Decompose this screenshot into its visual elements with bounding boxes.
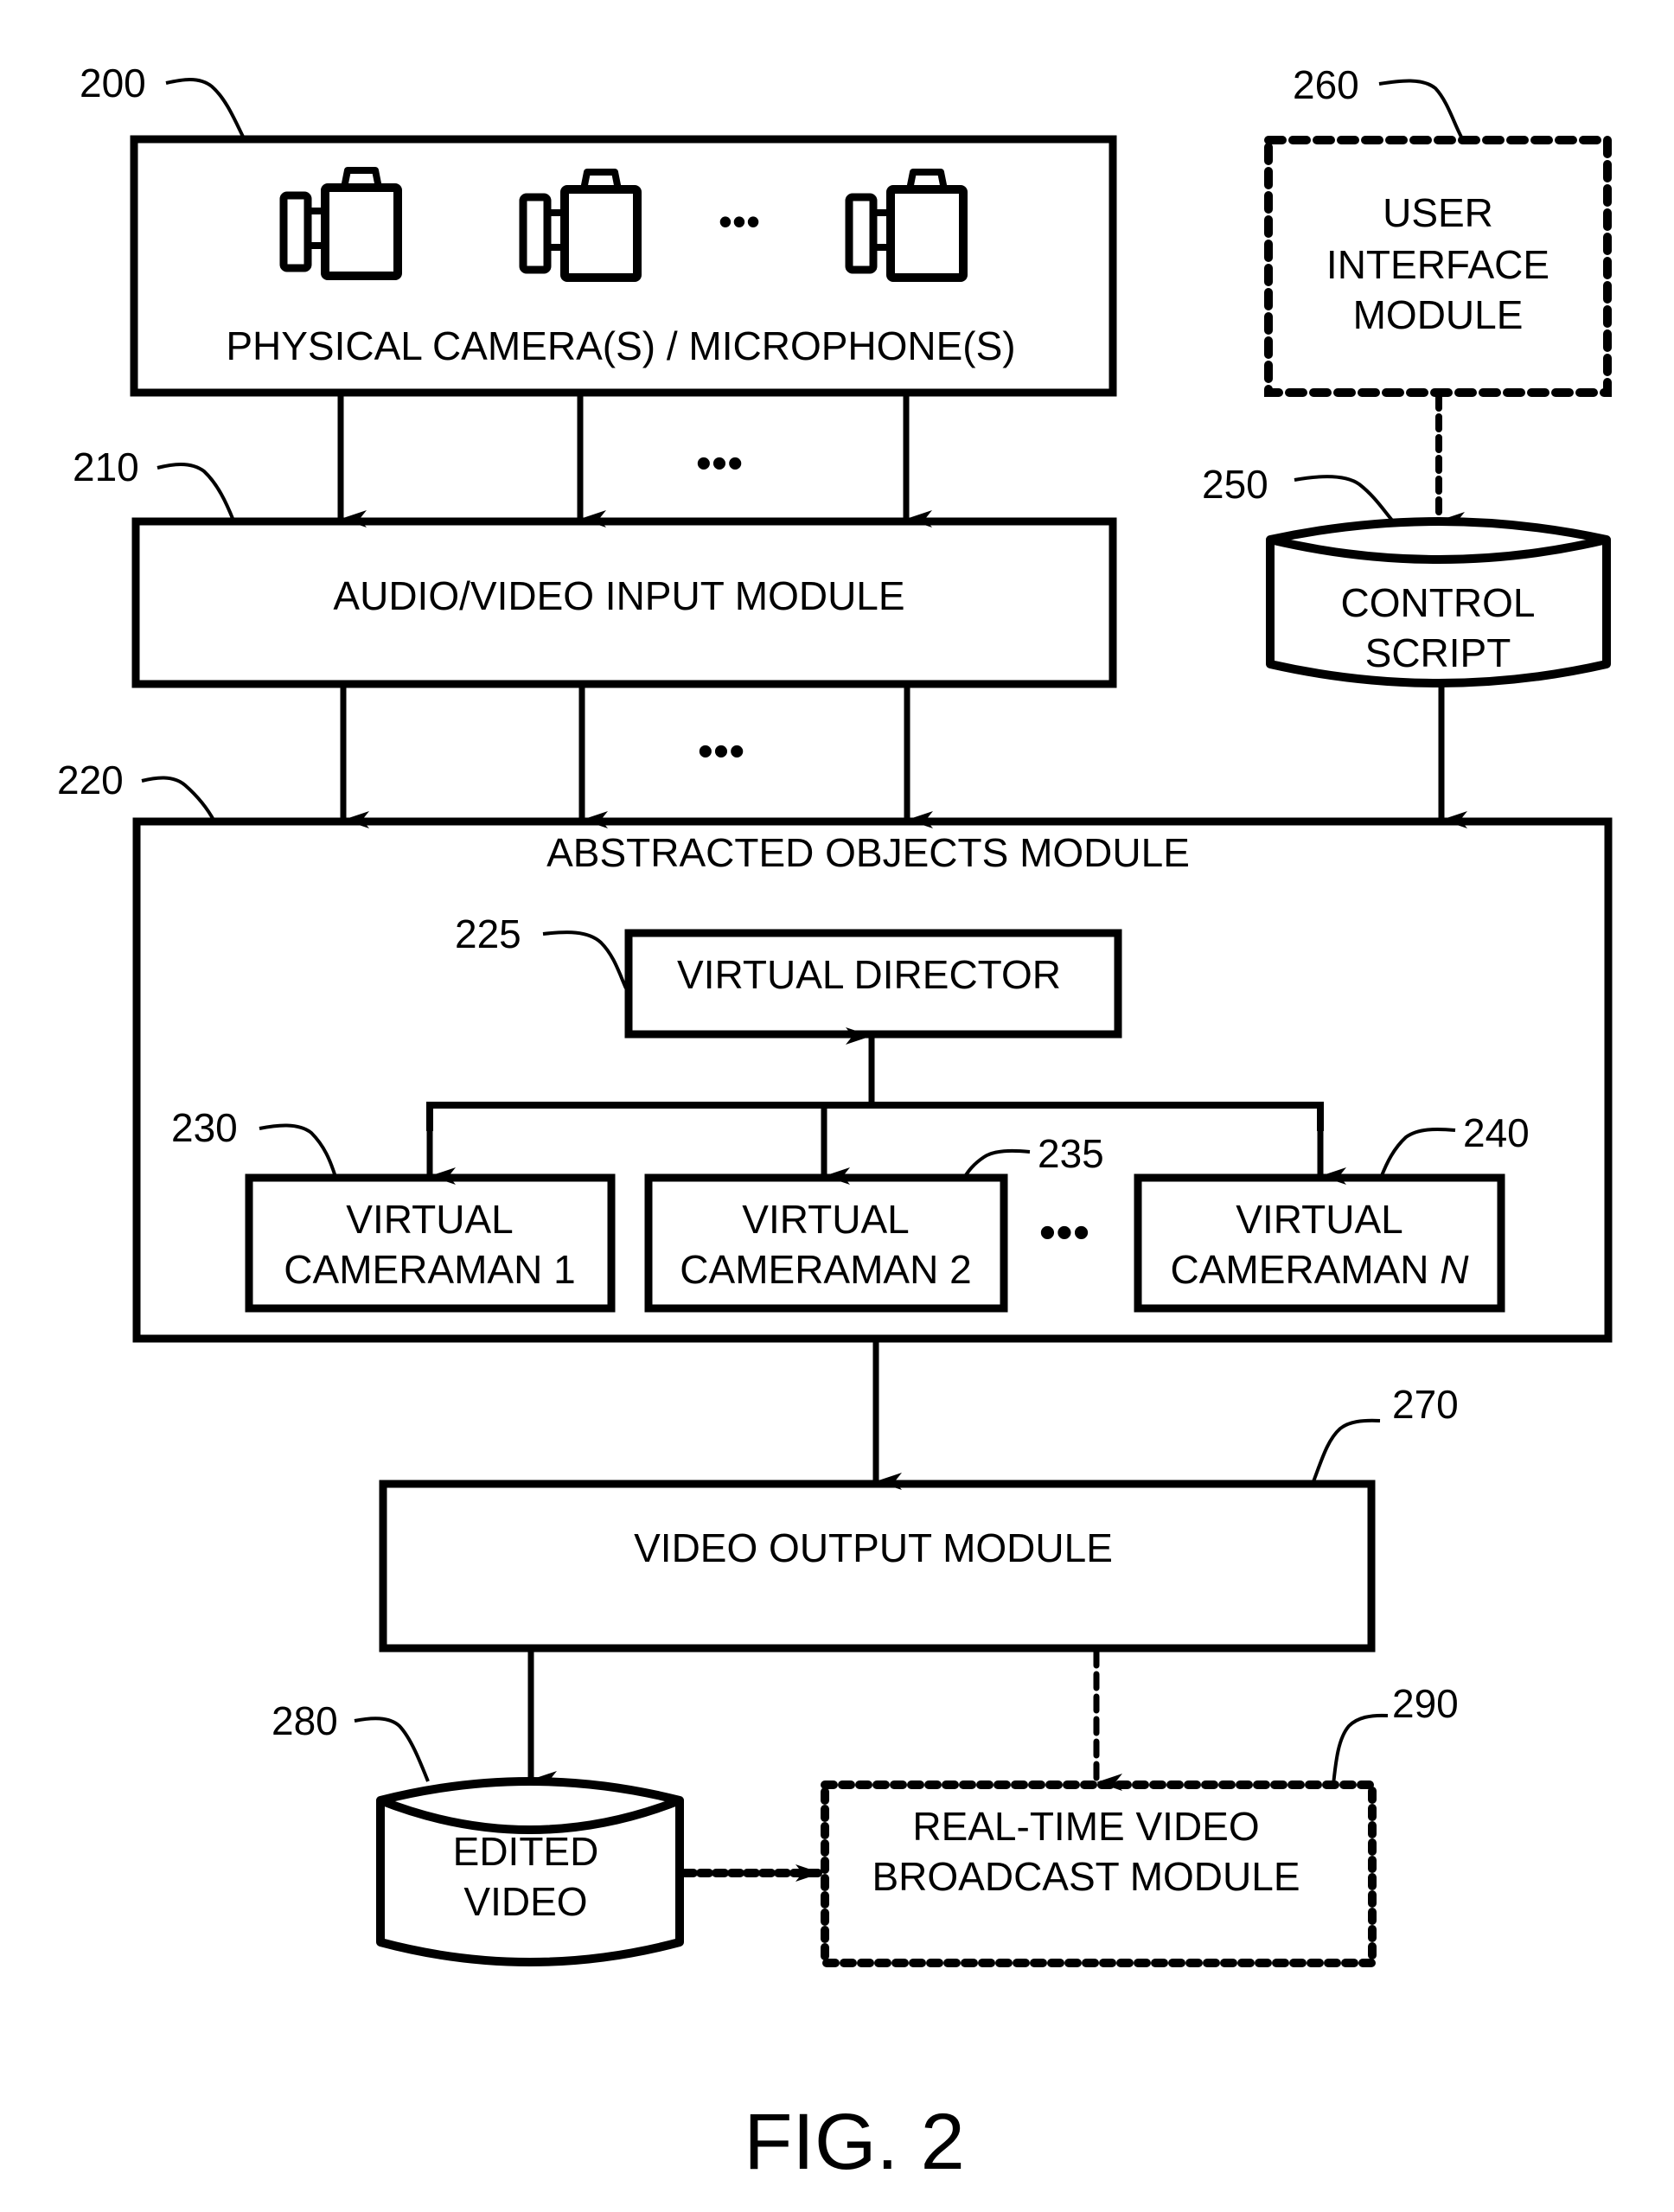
vcn-label-variable: N xyxy=(1440,1247,1469,1292)
edited-video-label-line1: EDITED xyxy=(453,1829,599,1874)
ref-225: 225 xyxy=(455,911,521,956)
ref-235: 235 xyxy=(1038,1131,1104,1176)
av-outputs-ellipsis: ••• xyxy=(698,726,745,777)
video-output-label: VIDEO OUTPUT MODULE xyxy=(634,1525,1113,1570)
figure-caption: FIG. 2 xyxy=(744,2098,965,2186)
physical-cameras-block: ••• PHYSICAL CAMERA(S) / MICROPHONE(S) xyxy=(130,135,1117,397)
leader-225 xyxy=(542,930,628,989)
video-camera-icon xyxy=(849,172,963,278)
video-camera-icon xyxy=(284,170,398,276)
vc2-label-line2: CAMERAMAN 2 xyxy=(680,1247,971,1292)
vcn-label-line1: VIRTUAL xyxy=(1236,1197,1402,1242)
ref-200: 200 xyxy=(80,61,146,105)
abstracted-objects-label: ABSTRACTED OBJECTS MODULE xyxy=(546,830,1190,875)
cameraman-ellipsis: ••• xyxy=(1039,1205,1090,1259)
ref-240: 240 xyxy=(1463,1110,1530,1155)
leader-260 xyxy=(1378,79,1465,142)
physical-cameras-label: PHYSICAL CAMERA(S) / MICROPHONE(S) xyxy=(226,323,1015,368)
control-script-label-line1: CONTROL xyxy=(1341,580,1536,625)
broadcast-label-line2: BROADCAST MODULE xyxy=(872,1854,1300,1899)
edited-video-label-line2: VIDEO xyxy=(463,1879,587,1924)
leader-280 xyxy=(354,1717,430,1782)
leader-270 xyxy=(1311,1418,1381,1485)
user-interface-label-line3: MODULE xyxy=(1353,292,1524,337)
vcn-label-line2: CAMERAMAN N xyxy=(1170,1247,1469,1292)
ref-280: 280 xyxy=(272,1698,338,1743)
ref-210: 210 xyxy=(73,444,139,489)
director-cameraman-bus xyxy=(426,1102,1324,1131)
camera-ellipsis: ••• xyxy=(719,199,760,244)
vc1-label-line1: VIRTUAL xyxy=(346,1197,513,1242)
control-script-label-line2: SCRIPT xyxy=(1365,630,1511,675)
leader-235 xyxy=(962,1148,1031,1180)
vc2-label-line1: VIRTUAL xyxy=(742,1197,909,1242)
virtual-director-label: VIRTUAL DIRECTOR xyxy=(677,952,1061,997)
ref-250: 250 xyxy=(1202,462,1268,507)
av-input-label: AUDIO/VIDEO INPUT MODULE xyxy=(333,573,904,618)
ref-260: 260 xyxy=(1293,62,1359,107)
leader-290 xyxy=(1332,1713,1389,1786)
vcn-label-prefix: CAMERAMAN xyxy=(1170,1247,1440,1292)
ref-220: 220 xyxy=(57,758,124,802)
video-camera-icon xyxy=(523,172,637,278)
broadcast-label-line1: REAL-TIME VIDEO xyxy=(912,1804,1259,1849)
leader-230 xyxy=(259,1123,337,1178)
ref-270: 270 xyxy=(1392,1382,1459,1427)
ref-230: 230 xyxy=(171,1105,238,1150)
vc1-label-line2: CAMERAMAN 1 xyxy=(284,1247,575,1292)
leader-250 xyxy=(1294,475,1396,524)
leader-220 xyxy=(141,776,216,822)
inputs-ellipsis: ••• xyxy=(696,438,744,489)
user-interface-label-line1: USER xyxy=(1383,190,1493,235)
ref-290: 290 xyxy=(1392,1681,1459,1726)
user-interface-label-line2: INTERFACE xyxy=(1326,242,1549,287)
leader-240 xyxy=(1379,1128,1456,1179)
leader-210 xyxy=(157,463,235,521)
leader-200 xyxy=(165,78,246,139)
system-block-diagram: ••• PHYSICAL CAMERA(S) / MICROPHONE(S) 2… xyxy=(57,61,1613,2186)
